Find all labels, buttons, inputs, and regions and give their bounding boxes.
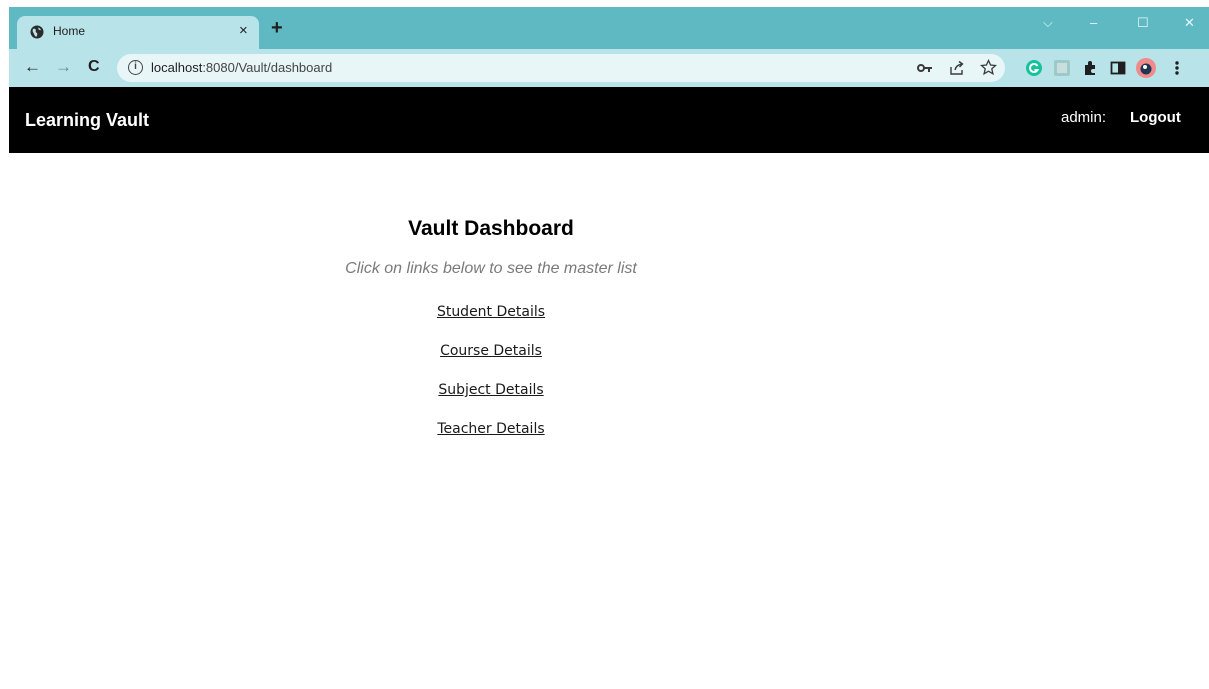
maximize-icon[interactable]: ☐ — [1137, 13, 1149, 33]
tab-close-icon[interactable]: × — [239, 21, 248, 41]
reload-icon[interactable]: C — [88, 57, 100, 77]
subject-details-link[interactable]: Subject Details — [9, 380, 973, 419]
share-icon[interactable] — [949, 60, 965, 76]
close-window-icon[interactable]: ✕ — [1184, 13, 1195, 33]
student-details-link[interactable]: Student Details — [9, 302, 973, 341]
course-details-link[interactable]: Course Details — [9, 341, 973, 380]
side-panel-icon[interactable] — [1108, 58, 1128, 78]
grammarly-icon[interactable] — [1024, 58, 1044, 78]
tab-search-icon[interactable]: ⌵ — [1043, 13, 1053, 33]
extension-r-icon[interactable] — [1052, 58, 1072, 78]
username-label: admin: — [1061, 109, 1107, 126]
master-list-links: Student Details Course Details Subject D… — [9, 302, 973, 458]
extensions-puzzle-icon[interactable] — [1080, 58, 1100, 78]
globe-icon — [30, 25, 44, 39]
tab-title: Home — [53, 24, 86, 38]
minimize-icon[interactable]: – — [1090, 13, 1097, 33]
browser-menu-icon[interactable] — [1167, 58, 1187, 78]
forward-icon[interactable]: → — [55, 57, 72, 77]
tab-strip: Home × + ⌵ – ☐ ✕ — [9, 7, 1209, 49]
site-info-icon[interactable]: i — [128, 60, 143, 75]
page-subtitle: Click on links below to see the master l… — [345, 260, 637, 277]
page-title: Vault Dashboard — [408, 217, 574, 240]
bookmark-star-icon[interactable] — [980, 59, 997, 76]
browser-toolbar: ← → C i localhost:8080/Vault/dashboard — [9, 49, 1209, 87]
key-icon[interactable] — [917, 62, 933, 74]
dashboard-content: Vault Dashboard Click on links below to … — [9, 153, 973, 689]
profile-avatar-icon[interactable] — [1136, 58, 1156, 78]
address-bar[interactable]: i localhost:8080/Vault/dashboard — [117, 54, 1005, 82]
new-tab-icon[interactable]: + — [271, 18, 283, 38]
back-icon[interactable]: ← — [24, 57, 41, 77]
tab-home[interactable]: Home × — [17, 16, 259, 49]
url-text[interactable]: localhost:8080/Vault/dashboard — [151, 60, 332, 75]
brand-title[interactable]: Learning Vault — [25, 110, 149, 131]
teacher-details-link[interactable]: Teacher Details — [9, 419, 973, 458]
site-header: Learning Vault admin: Logout — [9, 87, 1209, 153]
browser-window: Home × + ⌵ – ☐ ✕ ← → C i localhost:8080/… — [9, 7, 1209, 689]
logout-link[interactable]: Logout — [1130, 109, 1181, 126]
